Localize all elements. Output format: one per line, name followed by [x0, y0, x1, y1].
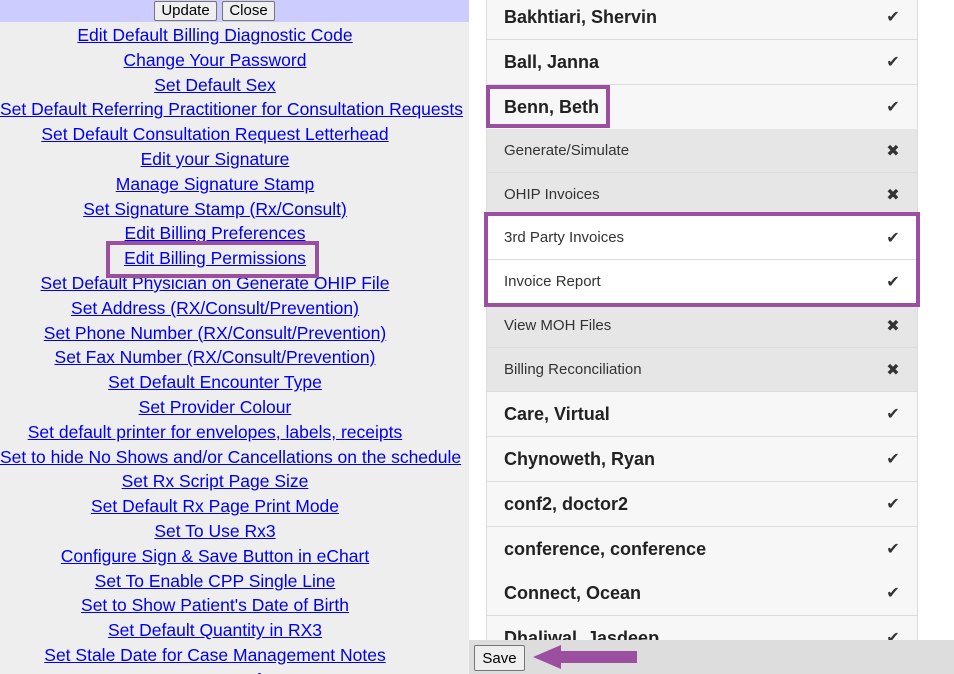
preference-link[interactable]: Edit Billing Preferences — [0, 221, 430, 245]
preference-link[interactable]: Set Default Referring Practitioner for C… — [0, 97, 463, 121]
top-toolbar: Update Close — [0, 0, 469, 22]
check-icon[interactable]: ✔ — [885, 616, 901, 640]
preference-link[interactable]: Configure Sign & Save Button in eChart — [0, 544, 430, 568]
permission-name: OHIP Invoices — [504, 186, 600, 203]
provider-row[interactable]: conf2, doctor2 ✔ — [486, 482, 918, 527]
preference-link[interactable]: Set Default Physician on Generate OHIP F… — [0, 271, 430, 295]
check-icon[interactable]: ✔ — [885, 571, 901, 615]
check-icon[interactable]: ✔ — [885, 437, 901, 481]
check-icon[interactable]: ✔ — [885, 392, 901, 436]
preference-link[interactable]: Set Fax Number (RX/Consult/Prevention) — [0, 345, 430, 369]
permission-name: Billing Reconciliation — [504, 361, 642, 378]
preference-link[interactable]: Set Default Rx Page Print Mode — [0, 494, 430, 518]
permission-name: View MOH Files — [504, 317, 612, 334]
provider-name: Ball, Janna — [504, 52, 600, 72]
close-button[interactable]: Close — [222, 1, 275, 21]
cross-icon[interactable]: ✖ — [885, 173, 901, 217]
preference-link[interactable]: Set To Enable CPP Single Line — [0, 569, 430, 593]
check-icon[interactable]: ✔ — [885, 482, 901, 526]
cross-icon[interactable]: ✖ — [885, 304, 901, 348]
provider-row[interactable]: Chynoweth, Ryan ✔ — [486, 437, 918, 482]
preference-link[interactable]: Set Stale Date for Case Management Notes — [0, 643, 430, 667]
provider-name: Care, Virtual — [504, 404, 610, 424]
preferences-panel: Update Close Edit Default Billing Diagno… — [0, 0, 469, 674]
preference-link[interactable]: Set Default Sex — [0, 73, 430, 97]
provider-row[interactable]: Dhaliwal, Jasdeep ✔ — [486, 616, 918, 640]
billing-permissions-panel: Bakhtiari, Shervin ✔ Ball, Janna ✔ Benn, Bet… — [469, 0, 954, 674]
preference-link[interactable]: Set Rx Script Page Size — [0, 469, 430, 493]
provider-name: Dhaliwal, Jasdeep — [504, 628, 660, 640]
preference-link[interactable]: Set to Show Patient's Date of Birth — [0, 593, 430, 617]
check-icon[interactable]: ✔ — [885, 0, 901, 39]
provider-row[interactable]: Connect, Ocean ✔ — [486, 571, 918, 616]
preference-link[interactable]: Edit Billing Permissions — [0, 246, 430, 270]
provider-row[interactable]: Bakhtiari, Shervin ✔ — [486, 0, 918, 40]
preference-link[interactable]: Set Default Consultation Request Letterh… — [0, 122, 430, 146]
preference-link[interactable]: Set Provider Colour — [0, 395, 430, 419]
preference-link[interactable]: Set To Use Rx3 — [0, 519, 430, 543]
provider-name: Bakhtiari, Shervin — [504, 7, 658, 27]
cross-icon[interactable]: ✖ — [885, 129, 901, 173]
update-button[interactable]: Update — [154, 1, 217, 21]
permission-name: Invoice Report — [504, 273, 601, 290]
permission-row[interactable]: Billing Reconciliation ✖ — [486, 348, 918, 392]
preference-link[interactable]: Set Phone Number (RX/Consult/Prevention) — [0, 321, 430, 345]
permission-name: Generate/Simulate — [504, 142, 630, 159]
provider-row[interactable]: Benn, Beth ✔ — [486, 85, 918, 130]
save-bar: Save — [469, 640, 954, 674]
cross-icon[interactable]: ✖ — [885, 348, 901, 392]
provider-row[interactable]: conference, conference ✔ — [486, 527, 918, 572]
provider-name: Benn, Beth — [504, 97, 600, 117]
permission-row[interactable]: Generate/Simulate ✖ — [486, 129, 918, 173]
preference-link[interactable]: Set up Drug of IP — [0, 668, 430, 674]
permission-row[interactable]: View MOH Files ✖ — [486, 304, 918, 348]
provider-row[interactable]: Care, Virtual ✔ — [486, 392, 918, 437]
provider-name: conf2, doctor2 — [504, 494, 629, 514]
provider-permission-list: Bakhtiari, Shervin ✔ Ball, Janna ✔ Benn, Bet… — [469, 0, 954, 640]
preference-link[interactable]: Set Default Encounter Type — [0, 370, 430, 394]
permission-row[interactable]: OHIP Invoices ✖ — [486, 173, 918, 217]
check-icon[interactable]: ✔ — [885, 260, 901, 304]
preference-link[interactable]: Edit your Signature — [0, 147, 430, 171]
preference-link[interactable]: Edit Default Billing Diagnostic Code — [0, 23, 430, 47]
permission-name: 3rd Party Invoices — [504, 229, 625, 246]
preference-link[interactable]: Manage Signature Stamp — [0, 172, 430, 196]
provider-name: Chynoweth, Ryan — [504, 449, 656, 469]
save-button[interactable]: Save — [474, 645, 525, 671]
permission-row[interactable]: Invoice Report ✔ — [486, 260, 918, 304]
provider-name: conference, conference — [504, 539, 707, 559]
check-icon[interactable]: ✔ — [885, 527, 901, 571]
check-icon[interactable]: ✔ — [885, 85, 901, 129]
check-icon[interactable]: ✔ — [885, 40, 901, 84]
preference-link[interactable]: Change Your Password — [0, 48, 430, 72]
provider-name: Connect, Ocean — [504, 583, 642, 603]
permission-row[interactable]: 3rd Party Invoices ✔ — [486, 216, 918, 260]
preference-link[interactable]: Set Default Quantity in RX3 — [0, 618, 430, 642]
preference-link[interactable]: Set to hide No Shows and/or Cancellation… — [0, 445, 461, 469]
preference-link[interactable]: Set Signature Stamp (Rx/Consult) — [0, 197, 430, 221]
provider-row[interactable]: Ball, Janna ✔ — [486, 40, 918, 85]
check-icon[interactable]: ✔ — [885, 216, 901, 260]
preference-link[interactable]: Set default printer for envelopes, label… — [0, 420, 430, 444]
preference-link[interactable]: Set Address (RX/Consult/Prevention) — [0, 296, 430, 320]
